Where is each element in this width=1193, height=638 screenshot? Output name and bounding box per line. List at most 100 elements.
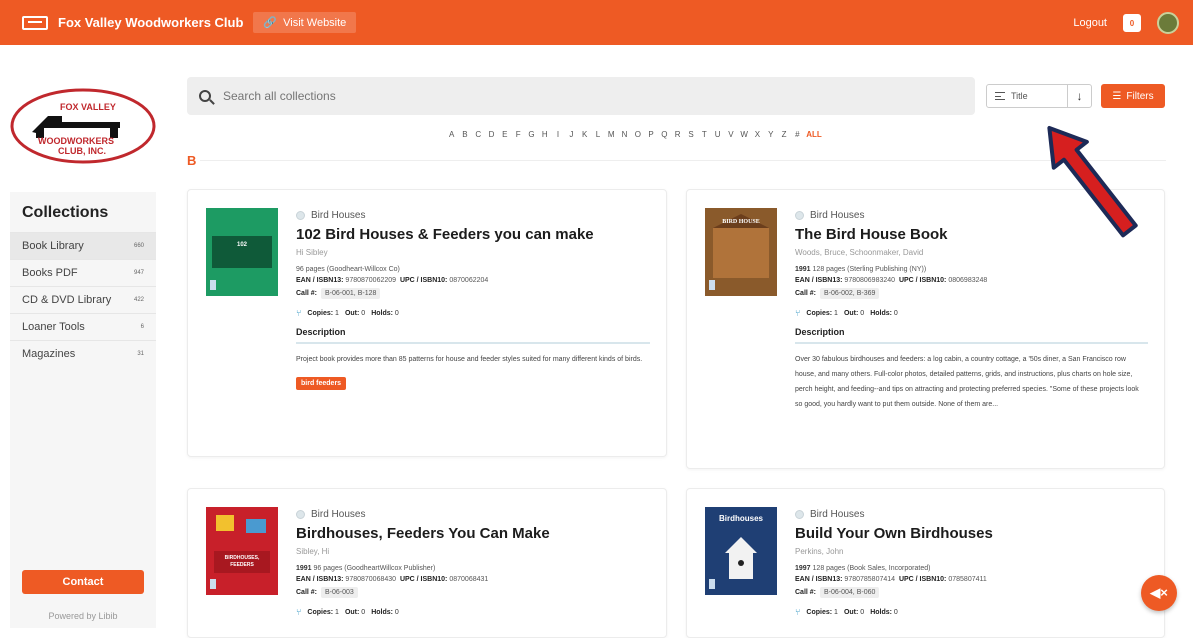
item-year: 1997 [795,565,811,572]
item-card[interactable]: BIRD HOUSE Bird Houses The Bird House Bo… [686,189,1165,469]
alpha-letter-link[interactable]: U [711,130,724,139]
sidebar-item-label: Loaner Tools [22,321,85,333]
item-card[interactable]: Birdhouses Bird Houses Build Your Own Bi… [686,488,1165,638]
sidebar-item-magazines[interactable]: Magazines 31 [10,340,156,367]
item-description: Project book provides more than 85 patte… [296,356,643,363]
alpha-letter-link[interactable]: Y [764,130,777,139]
checkout-bag-icon[interactable]: 0 [1123,13,1141,32]
alpha-letter-link[interactable]: N [618,130,631,139]
item-pages-publisher: 128 pages (Sterling Publishing (NY)) [812,266,927,273]
out-label: Out: [843,309,859,317]
library-name[interactable]: Fox Valley Woodworkers Club [58,15,243,30]
item-year: 1991 [296,565,312,572]
item-category[interactable]: Bird Houses [795,210,1148,221]
upc-label: UPC / ISBN10: [399,277,448,284]
book-cover[interactable]: 102 [206,208,278,296]
alpha-letter-link[interactable]: B [458,130,471,139]
item-title[interactable]: Build Your Own Birdhouses [795,525,1148,542]
visit-website-button[interactable]: 🔗 Visit Website [253,12,357,33]
alpha-letter-link[interactable]: # [791,130,804,139]
out-label: Out: [344,309,360,317]
book-cover[interactable]: BIRDHOUSES, FEEDERS [206,507,278,595]
sidebar-item-cd-dvd-library[interactable]: CD & DVD Library 422 [10,286,156,313]
item-category[interactable]: Bird Houses [795,509,1148,520]
alpha-letter-link[interactable]: W [738,130,751,139]
sidebar-item-books-pdf[interactable]: Books PDF 947 [10,259,156,286]
item-author: Woods, Bruce, Schoonmaker, David [795,248,924,257]
alpha-letter-link[interactable]: A [445,130,458,139]
tag-chip[interactable]: bird feeders [296,377,347,390]
upc-label: UPC / ISBN10: [399,576,448,583]
copies-icon: ⑂ [296,607,302,617]
club-logo[interactable]: FOX VALLEY WOODWORKERS CLUB, INC. [10,88,156,164]
item-category[interactable]: Bird Houses [296,509,650,520]
call-label: Call #: [296,290,318,297]
item-availability: ⑂ Copies: 1 Out: 0 Holds: 0 [795,607,1148,617]
alpha-letter-link[interactable]: H [538,130,551,139]
arrow-down-icon[interactable]: ↓ [1067,85,1091,107]
item-meta: 1991 128 pages (Sterling Publishing (NY)… [795,266,1148,273]
sidebar-item-label: Magazines [22,348,76,360]
item-title[interactable]: The Bird House Book [795,226,1148,243]
alpha-letter-link[interactable]: V [724,130,737,139]
category-label: Bird Houses [311,509,366,520]
search-bar[interactable] [187,77,975,115]
alpha-letter-link[interactable]: J [565,130,578,139]
item-year: 1991 [795,266,811,273]
svg-text:102: 102 [237,242,248,248]
ean-value: 9780870062209 [345,277,397,284]
alpha-letter-link[interactable]: D [485,130,498,139]
sidebar-item-loaner-tools[interactable]: Loaner Tools 6 [10,313,156,340]
logout-link[interactable]: Logout [1073,17,1107,29]
book-cover[interactable]: BIRD HOUSE [705,208,777,296]
avatar[interactable] [1157,11,1179,34]
section-divider [200,160,1166,161]
filters-button[interactable]: ☰ Filters [1101,84,1165,108]
sidebar-item-count: 6 [140,324,144,330]
copies-value: 1 [834,608,838,616]
item-title[interactable]: Birdhouses, Feeders You Can Make [296,525,650,542]
item-meta: 96 pages (Goodheart-Willcox Co) [296,266,650,273]
disk-icon [296,211,305,220]
sidebar-item-count: 422 [133,297,144,303]
holds-label: Holds: [870,608,892,616]
alpha-letter-link[interactable]: G [525,130,538,139]
disk-icon [296,510,305,519]
alpha-letter-link[interactable]: X [751,130,764,139]
alpha-letter-link[interactable]: R [671,130,684,139]
library-logo-icon[interactable] [22,15,48,30]
upc-value: 0870062204 [449,277,489,284]
alpha-letter-link[interactable]: S [684,130,697,139]
alpha-letter-link[interactable]: M [605,130,618,139]
contact-button[interactable]: Contact [22,570,144,594]
alpha-all-link[interactable]: ALL [804,130,824,139]
copies-label: Copies: [806,608,833,616]
alpha-letter-link[interactable]: L [591,130,604,139]
alpha-letter-link[interactable]: P [644,130,657,139]
book-cover[interactable]: Birdhouses [705,507,777,595]
mute-speaker-icon[interactable]: ◀× [1141,575,1177,611]
sidebar-item-book-library[interactable]: Book Library 660 [10,232,156,259]
item-category[interactable]: Bird Houses [296,210,650,221]
item-card[interactable]: 102 Bird Houses 102 Bird Houses & Feeder… [187,189,667,457]
item-card[interactable]: BIRDHOUSES, FEEDERS Bird Houses Birdhous… [187,488,667,638]
powered-by-link[interactable]: Powered by Libib [22,611,144,621]
alpha-letter-link[interactable]: E [498,130,511,139]
alpha-letter-link[interactable]: T [698,130,711,139]
alpha-letter-link[interactable]: Q [658,130,671,139]
alpha-letter-link[interactable]: Z [777,130,790,139]
logo-line3: CLUB, INC. [58,146,106,156]
copies-icon: ⑂ [296,308,302,318]
alpha-letter-link[interactable]: I [551,130,564,139]
alpha-letter-link[interactable]: C [472,130,485,139]
alpha-letter-link[interactable]: O [631,130,644,139]
search-input[interactable] [223,89,823,103]
item-title[interactable]: 102 Bird Houses & Feeders you can make [296,226,650,243]
out-value: 0 [860,608,865,616]
alpha-letter-link[interactable]: F [511,130,524,139]
alpha-letter-link[interactable]: K [578,130,591,139]
sort-select[interactable]: Title ↓ [986,84,1092,108]
item-isbn: EAN / ISBN13: 9780785807414 UPC / ISBN10… [795,576,1148,583]
ean-value: 9780870068430 [345,576,397,583]
category-label: Bird Houses [810,210,865,221]
